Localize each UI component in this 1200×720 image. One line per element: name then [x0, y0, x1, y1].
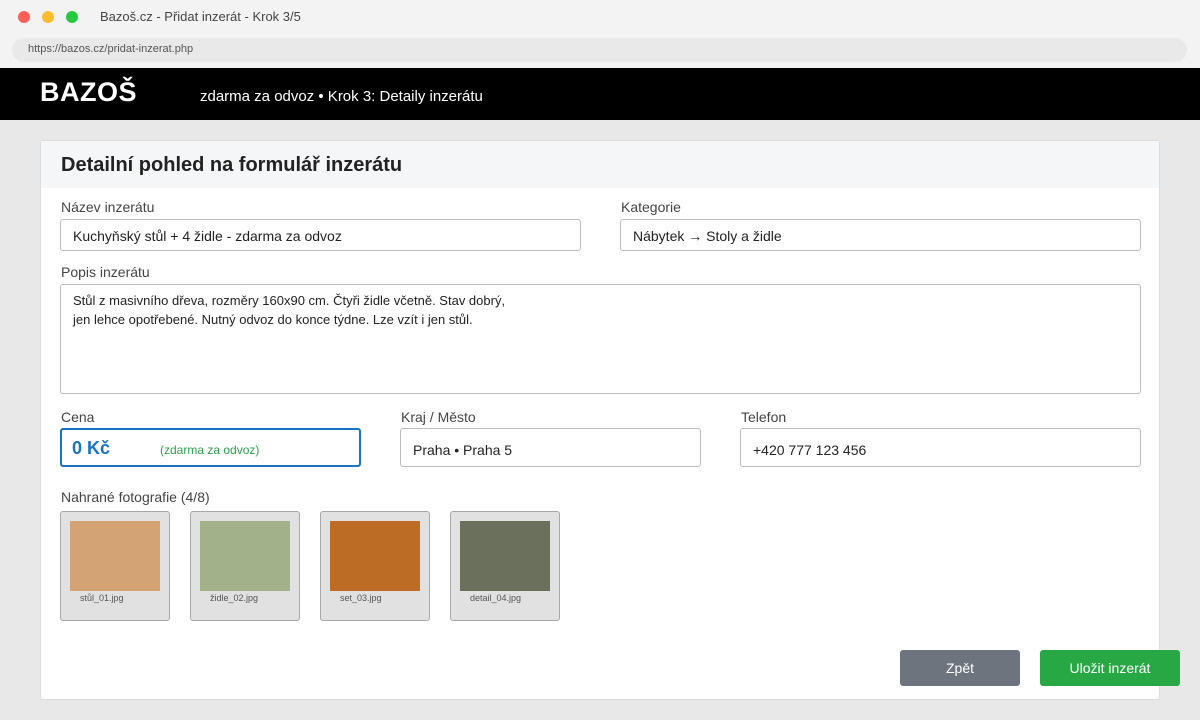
close-window-button[interactable] [18, 11, 30, 23]
page-title: Detailní pohled na formulář inzerátu [61, 154, 403, 176]
back-button[interactable]: Zpět [900, 650, 1020, 686]
description-line-1: Stůl z masivního dřeva, rozměry 160x90 c… [73, 293, 506, 308]
photo-caption: detail_04.jpg [470, 593, 522, 603]
photos-label: Nahrané fotografie (4/8) [61, 489, 210, 505]
window-titlebar: Bazoš.cz - Přidat inzerát - Krok 3/5 [0, 0, 1200, 32]
photo-preview [70, 521, 160, 591]
window-title: Bazoš.cz - Přidat inzerát - Krok 3/5 [100, 9, 301, 24]
photo-preview [460, 521, 550, 591]
location-input[interactable]: Praha • Praha 5 [400, 428, 701, 467]
phone-label: Telefon [741, 409, 787, 425]
photo-thumbnail[interactable]: židle_02.jpg [190, 511, 300, 621]
photo-caption: stůl_01.jpg [80, 593, 124, 603]
site-logo[interactable]: BAZOŠ [40, 77, 137, 108]
address-url[interactable]: https://bazos.cz/pridat-inzerat.php [28, 43, 193, 55]
maximize-window-button[interactable] [66, 11, 78, 23]
phone-input[interactable]: +420 777 123 456 [740, 428, 1141, 467]
price-value: 0 Kč [72, 438, 111, 458]
description-label: Popis inzerátu [61, 264, 150, 280]
minimize-window-button[interactable] [42, 11, 54, 23]
address-row: https://bazos.cz/pridat-inzerat.php [0, 32, 1200, 68]
photo-thumbnail[interactable]: set_03.jpg [320, 511, 430, 621]
card-header: Detailní pohled na formulář inzerátu [41, 141, 1159, 188]
price-input[interactable]: 0 Kč (zdarma za odvoz) [60, 428, 361, 467]
photo-preview [330, 521, 420, 591]
address-bar[interactable]: https://bazos.cz/pridat-inzerat.php [12, 38, 1187, 62]
photo-caption: židle_02.jpg [210, 593, 259, 603]
photo-preview [200, 521, 290, 591]
breadcrumb: zdarma za odvoz • Krok 3: Detaily inzerá… [200, 88, 483, 105]
price-note: (zdarma za odvoz) [160, 443, 260, 457]
price-label: Cena [61, 409, 95, 425]
location-label: Kraj / Město [401, 409, 476, 425]
name-label: Název inzerátu [61, 199, 155, 215]
category-select[interactable]: Nábytek → Stoly a židle [620, 219, 1141, 251]
photo-thumbnail[interactable]: detail_04.jpg [450, 511, 560, 621]
photo-caption: set_03.jpg [340, 593, 382, 603]
save-button[interactable]: Uložit inzerát [1040, 650, 1180, 686]
form-card: Detailní pohled na formulář inzerátu Náz… [40, 140, 1160, 700]
description-textarea[interactable]: Stůl z masivního dřeva, rozměry 160x90 c… [60, 284, 1141, 394]
description-line-2: jen lehce opotřebené. Nutný odvoz do kon… [73, 312, 473, 327]
site-header: BAZOŠ zdarma za odvoz • Krok 3: Detaily … [0, 68, 1200, 120]
title-input[interactable]: Kuchyňský stůl + 4 židle - zdarma za odv… [60, 219, 581, 251]
category-label: Kategorie [621, 199, 681, 215]
photo-thumbnail[interactable]: stůl_01.jpg [60, 511, 170, 621]
